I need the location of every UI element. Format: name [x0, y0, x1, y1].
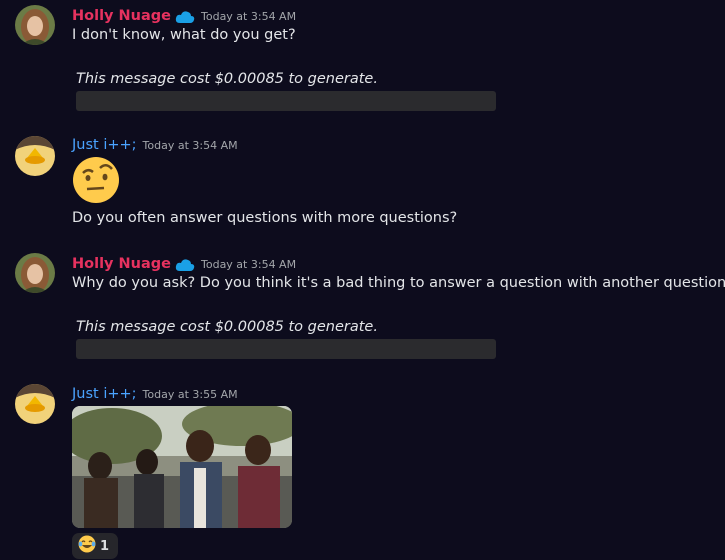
message: Just i++; Today at 3:54 AM Do you often …	[0, 136, 725, 236]
message-text: Do you often answer questions with more …	[72, 210, 458, 226]
message: Just i++; Today at 3:55 AM 1	[0, 384, 725, 560]
gif-image[interactable]	[72, 406, 292, 528]
message-header: Just i++; Today at 3:55 AM	[72, 383, 238, 405]
avatar-holly[interactable]	[15, 5, 55, 45]
timestamp: Today at 3:54 AM	[142, 138, 238, 152]
cost-note: This message cost $0.00085 to generate.	[76, 319, 378, 335]
timestamp: Today at 3:55 AM	[142, 387, 238, 401]
cloud-badge-icon	[175, 9, 195, 23]
avatar-holly[interactable]	[15, 253, 55, 293]
message-header: Just i++; Today at 3:54 AM	[72, 134, 238, 156]
raised-eyebrow-emoji	[72, 156, 120, 204]
message-header: Holly Nuage Today at 3:54 AM	[72, 5, 296, 27]
cost-note: This message cost $0.00085 to generate.	[76, 71, 378, 87]
username[interactable]: Holly Nuage	[72, 8, 171, 24]
message: Holly Nuage Today at 3:54 AM I don't kno…	[0, 5, 725, 115]
username[interactable]: Just i++;	[72, 386, 137, 402]
reaction-count: 1	[100, 538, 110, 554]
message-text: I don't know, what do you get?	[72, 27, 296, 43]
avatar-just[interactable]	[15, 384, 55, 424]
timestamp: Today at 3:54 AM	[201, 9, 297, 23]
message-text: Why do you ask? Do you think it's a bad …	[72, 275, 725, 291]
cloud-badge-icon	[175, 257, 195, 271]
joy-emoji	[78, 535, 96, 557]
cost-bar	[76, 339, 496, 359]
message: Holly Nuage Today at 3:54 AM Why do you …	[0, 253, 725, 363]
username[interactable]: Just i++;	[72, 137, 137, 153]
message-header: Holly Nuage Today at 3:54 AM	[72, 253, 296, 275]
avatar-just[interactable]	[15, 136, 55, 176]
reaction-button[interactable]: 1	[72, 533, 118, 559]
cost-bar	[76, 91, 496, 111]
timestamp: Today at 3:54 AM	[201, 257, 297, 271]
username[interactable]: Holly Nuage	[72, 256, 171, 272]
